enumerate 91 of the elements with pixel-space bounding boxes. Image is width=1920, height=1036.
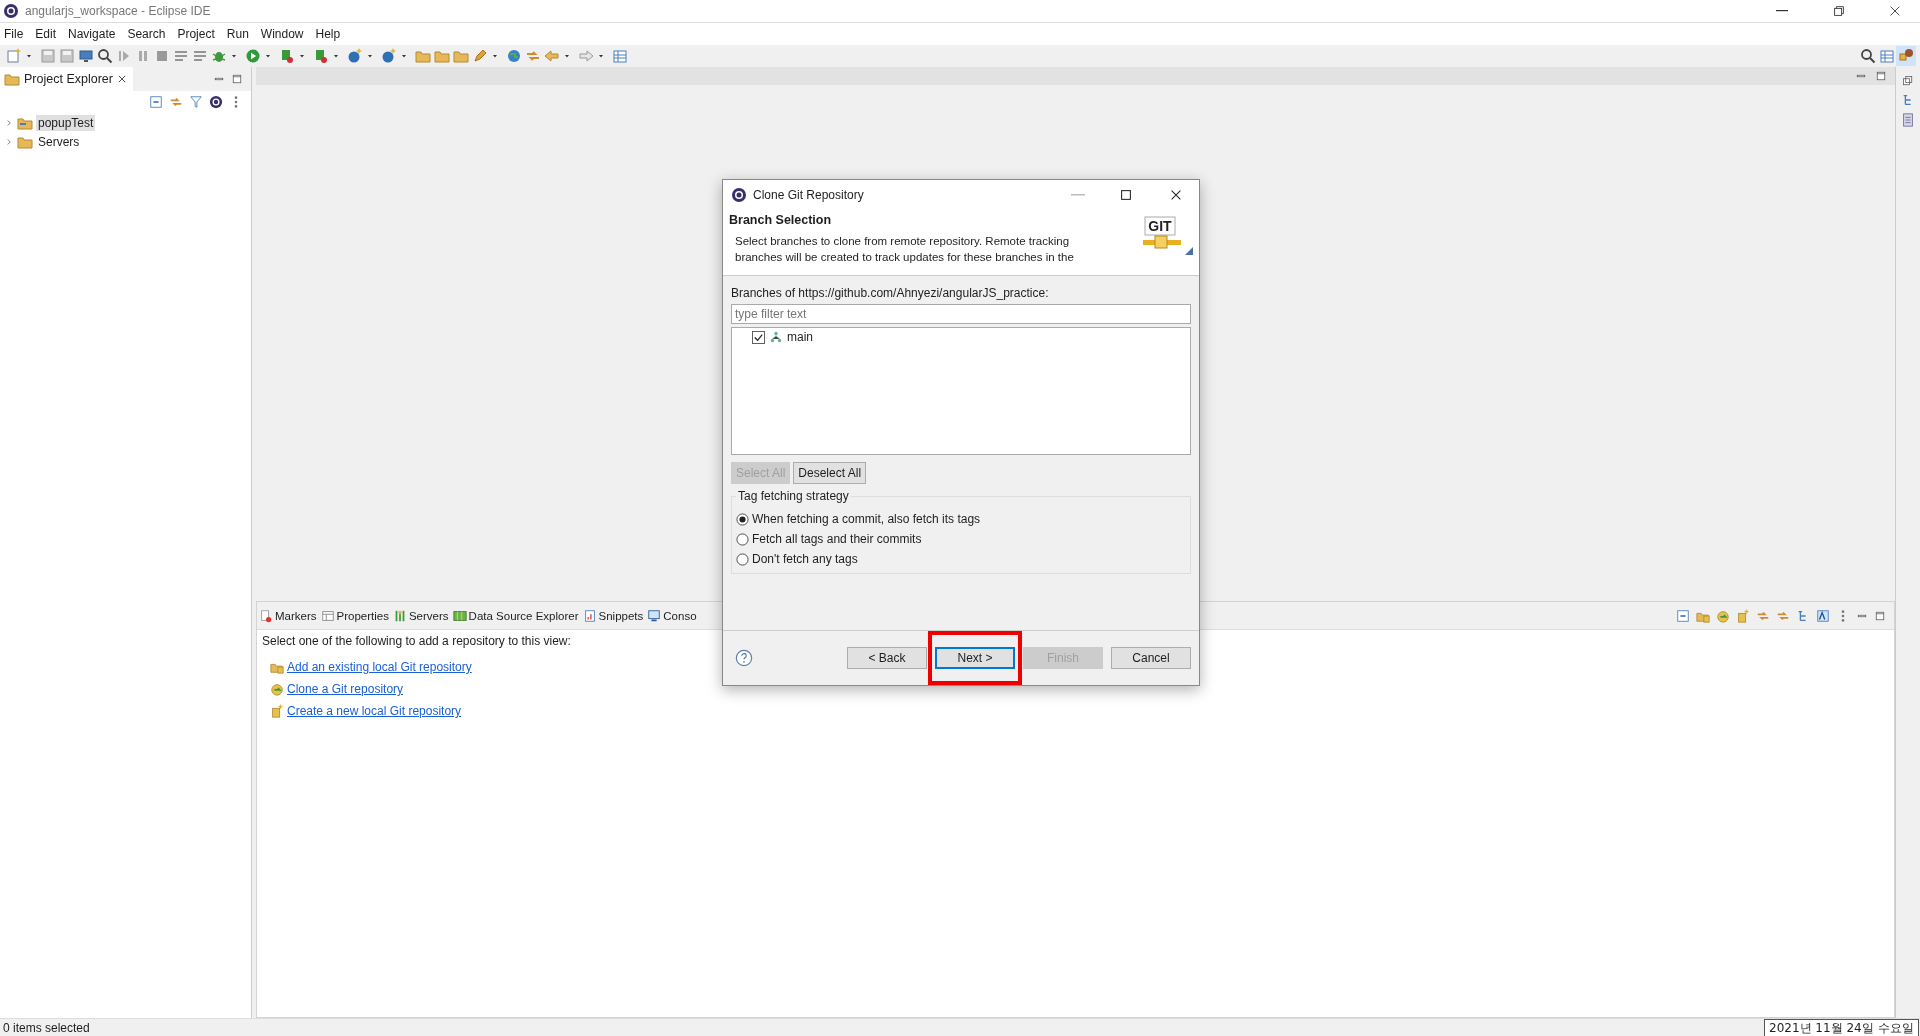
maximize-icon[interactable] bbox=[1119, 187, 1133, 202]
menu-item[interactable]: Navigate bbox=[68, 27, 116, 41]
maximize-icon[interactable] bbox=[1874, 609, 1886, 622]
branch-name[interactable]: main bbox=[787, 330, 813, 344]
search-icon[interactable] bbox=[1860, 48, 1876, 64]
coverage-icon[interactable] bbox=[313, 48, 329, 64]
help-icon[interactable] bbox=[735, 649, 753, 667]
status-text: 0 items selected bbox=[3, 1020, 90, 1035]
view-tab[interactable]: Servers bbox=[392, 608, 449, 623]
wizard-button[interactable]: Next > bbox=[935, 647, 1015, 669]
markers-icon bbox=[259, 608, 273, 623]
checkbox[interactable] bbox=[752, 330, 765, 344]
page-description: Select branches to clone from remote repository. Remote tracking branches will be created to track updates for these branches in the bbox=[735, 234, 1075, 265]
menu-item[interactable]: File bbox=[4, 27, 24, 41]
filter-field[interactable]: type filter text bbox=[731, 304, 1191, 324]
menu-item[interactable]: Edit bbox=[35, 27, 57, 41]
new-item-icon[interactable] bbox=[347, 48, 363, 64]
radio-label[interactable]: Don't fetch any tags bbox=[752, 552, 858, 566]
restore-icon[interactable] bbox=[1832, 4, 1846, 18]
pencil-icon[interactable] bbox=[472, 48, 488, 64]
view-tab[interactable]: Data Source Explorer bbox=[452, 608, 579, 623]
repository-clone-icon bbox=[270, 682, 284, 696]
branches-label: Branches of https://github.com/Ahnyezi/angularJS_practice: bbox=[731, 286, 1050, 300]
collapse-all-icon[interactable] bbox=[1676, 608, 1690, 623]
lines-icon[interactable] bbox=[173, 48, 189, 64]
radio-button[interactable] bbox=[736, 512, 749, 526]
view-tab[interactable]: Markers bbox=[259, 608, 317, 623]
repository-link[interactable]: Create a new local Git repository bbox=[287, 704, 462, 718]
radio-button[interactable] bbox=[736, 532, 749, 546]
clone-repository-icon[interactable] bbox=[1716, 608, 1730, 623]
new-item-icon[interactable] bbox=[381, 48, 397, 64]
tree-item[interactable]: popupTest bbox=[36, 114, 96, 131]
snippets-icon bbox=[582, 608, 597, 623]
minimize-icon[interactable] bbox=[1776, 10, 1788, 12]
close-icon[interactable] bbox=[116, 74, 127, 84]
console-icon bbox=[647, 608, 662, 623]
close-icon[interactable] bbox=[1888, 4, 1902, 18]
window-title: angularjs_workspace - Eclipse IDE bbox=[25, 4, 211, 18]
maximize-icon[interactable] bbox=[1875, 70, 1887, 82]
view-tab[interactable]: Snippets bbox=[582, 608, 644, 623]
view-tab[interactable]: Properties bbox=[320, 608, 389, 623]
app-icon bbox=[3, 3, 19, 19]
perspective-icon[interactable] bbox=[1898, 48, 1914, 64]
radio-button[interactable] bbox=[736, 552, 749, 566]
folder-icon[interactable] bbox=[415, 48, 431, 64]
menu-item[interactable]: Project bbox=[177, 27, 215, 41]
repository-create-icon bbox=[270, 704, 284, 718]
restore-icon[interactable] bbox=[1902, 75, 1914, 87]
properties-icon bbox=[320, 608, 335, 623]
minimize-icon bbox=[1071, 193, 1085, 196]
monitor-icon[interactable] bbox=[78, 48, 94, 64]
menu-item[interactable]: Window bbox=[260, 27, 304, 41]
wizard-button[interactable]: Cancel bbox=[1111, 647, 1191, 669]
collapse-all-icon[interactable] bbox=[149, 95, 163, 109]
git-logo: GIT bbox=[1141, 215, 1197, 261]
view-title: Project Explorer bbox=[24, 72, 113, 86]
back-icon[interactable] bbox=[544, 48, 560, 64]
search-icon[interactable] bbox=[97, 48, 113, 64]
radio-label[interactable]: When fetching a commit, also fetch its tags bbox=[752, 512, 981, 526]
dialog-title: Clone Git Repository bbox=[753, 187, 864, 202]
lines-icon[interactable] bbox=[192, 48, 208, 64]
datasource-icon bbox=[452, 608, 467, 623]
intro-text: Select one of the following to add a repository to this view: bbox=[262, 634, 572, 648]
date-tooltip: 2021년 11월 24일 수요일 bbox=[1764, 1019, 1919, 1036]
globe-icon[interactable] bbox=[506, 48, 522, 64]
tree-item[interactable]: Servers bbox=[36, 133, 82, 150]
table-icon[interactable] bbox=[612, 48, 628, 64]
folder-icon[interactable] bbox=[434, 48, 450, 64]
page-heading: Branch Selection bbox=[729, 213, 833, 227]
maximize-icon[interactable] bbox=[231, 73, 243, 85]
filter-icon[interactable] bbox=[189, 95, 203, 109]
menu-item[interactable]: Help bbox=[315, 27, 341, 41]
repository-link[interactable]: Add an existing local Git repository bbox=[287, 660, 472, 674]
list-button[interactable]: Deselect All bbox=[793, 462, 867, 484]
group-title: Tag fetching strategy bbox=[736, 489, 851, 503]
task-list-icon[interactable] bbox=[1901, 113, 1915, 127]
menu-item[interactable]: Run bbox=[226, 27, 249, 41]
create-repository-icon[interactable] bbox=[1736, 608, 1750, 623]
branch-icon bbox=[769, 330, 783, 344]
wizard-button[interactable]: < Back bbox=[847, 647, 927, 669]
coverage-icon[interactable] bbox=[279, 48, 295, 64]
menu-item[interactable]: Search bbox=[127, 27, 166, 41]
view-tab[interactable]: Conso bbox=[647, 608, 697, 623]
run-icon[interactable] bbox=[245, 48, 261, 64]
radio-label[interactable]: Fetch all tags and their commits bbox=[752, 532, 922, 546]
view-tab[interactable]: Project Explorer bbox=[0, 67, 133, 91]
stop-icon[interactable] bbox=[154, 48, 170, 64]
folder-icon bbox=[4, 71, 20, 87]
app-icon bbox=[731, 186, 747, 203]
repository-link[interactable]: Clone a Git repository bbox=[287, 682, 404, 696]
folder-icon[interactable] bbox=[453, 48, 469, 64]
